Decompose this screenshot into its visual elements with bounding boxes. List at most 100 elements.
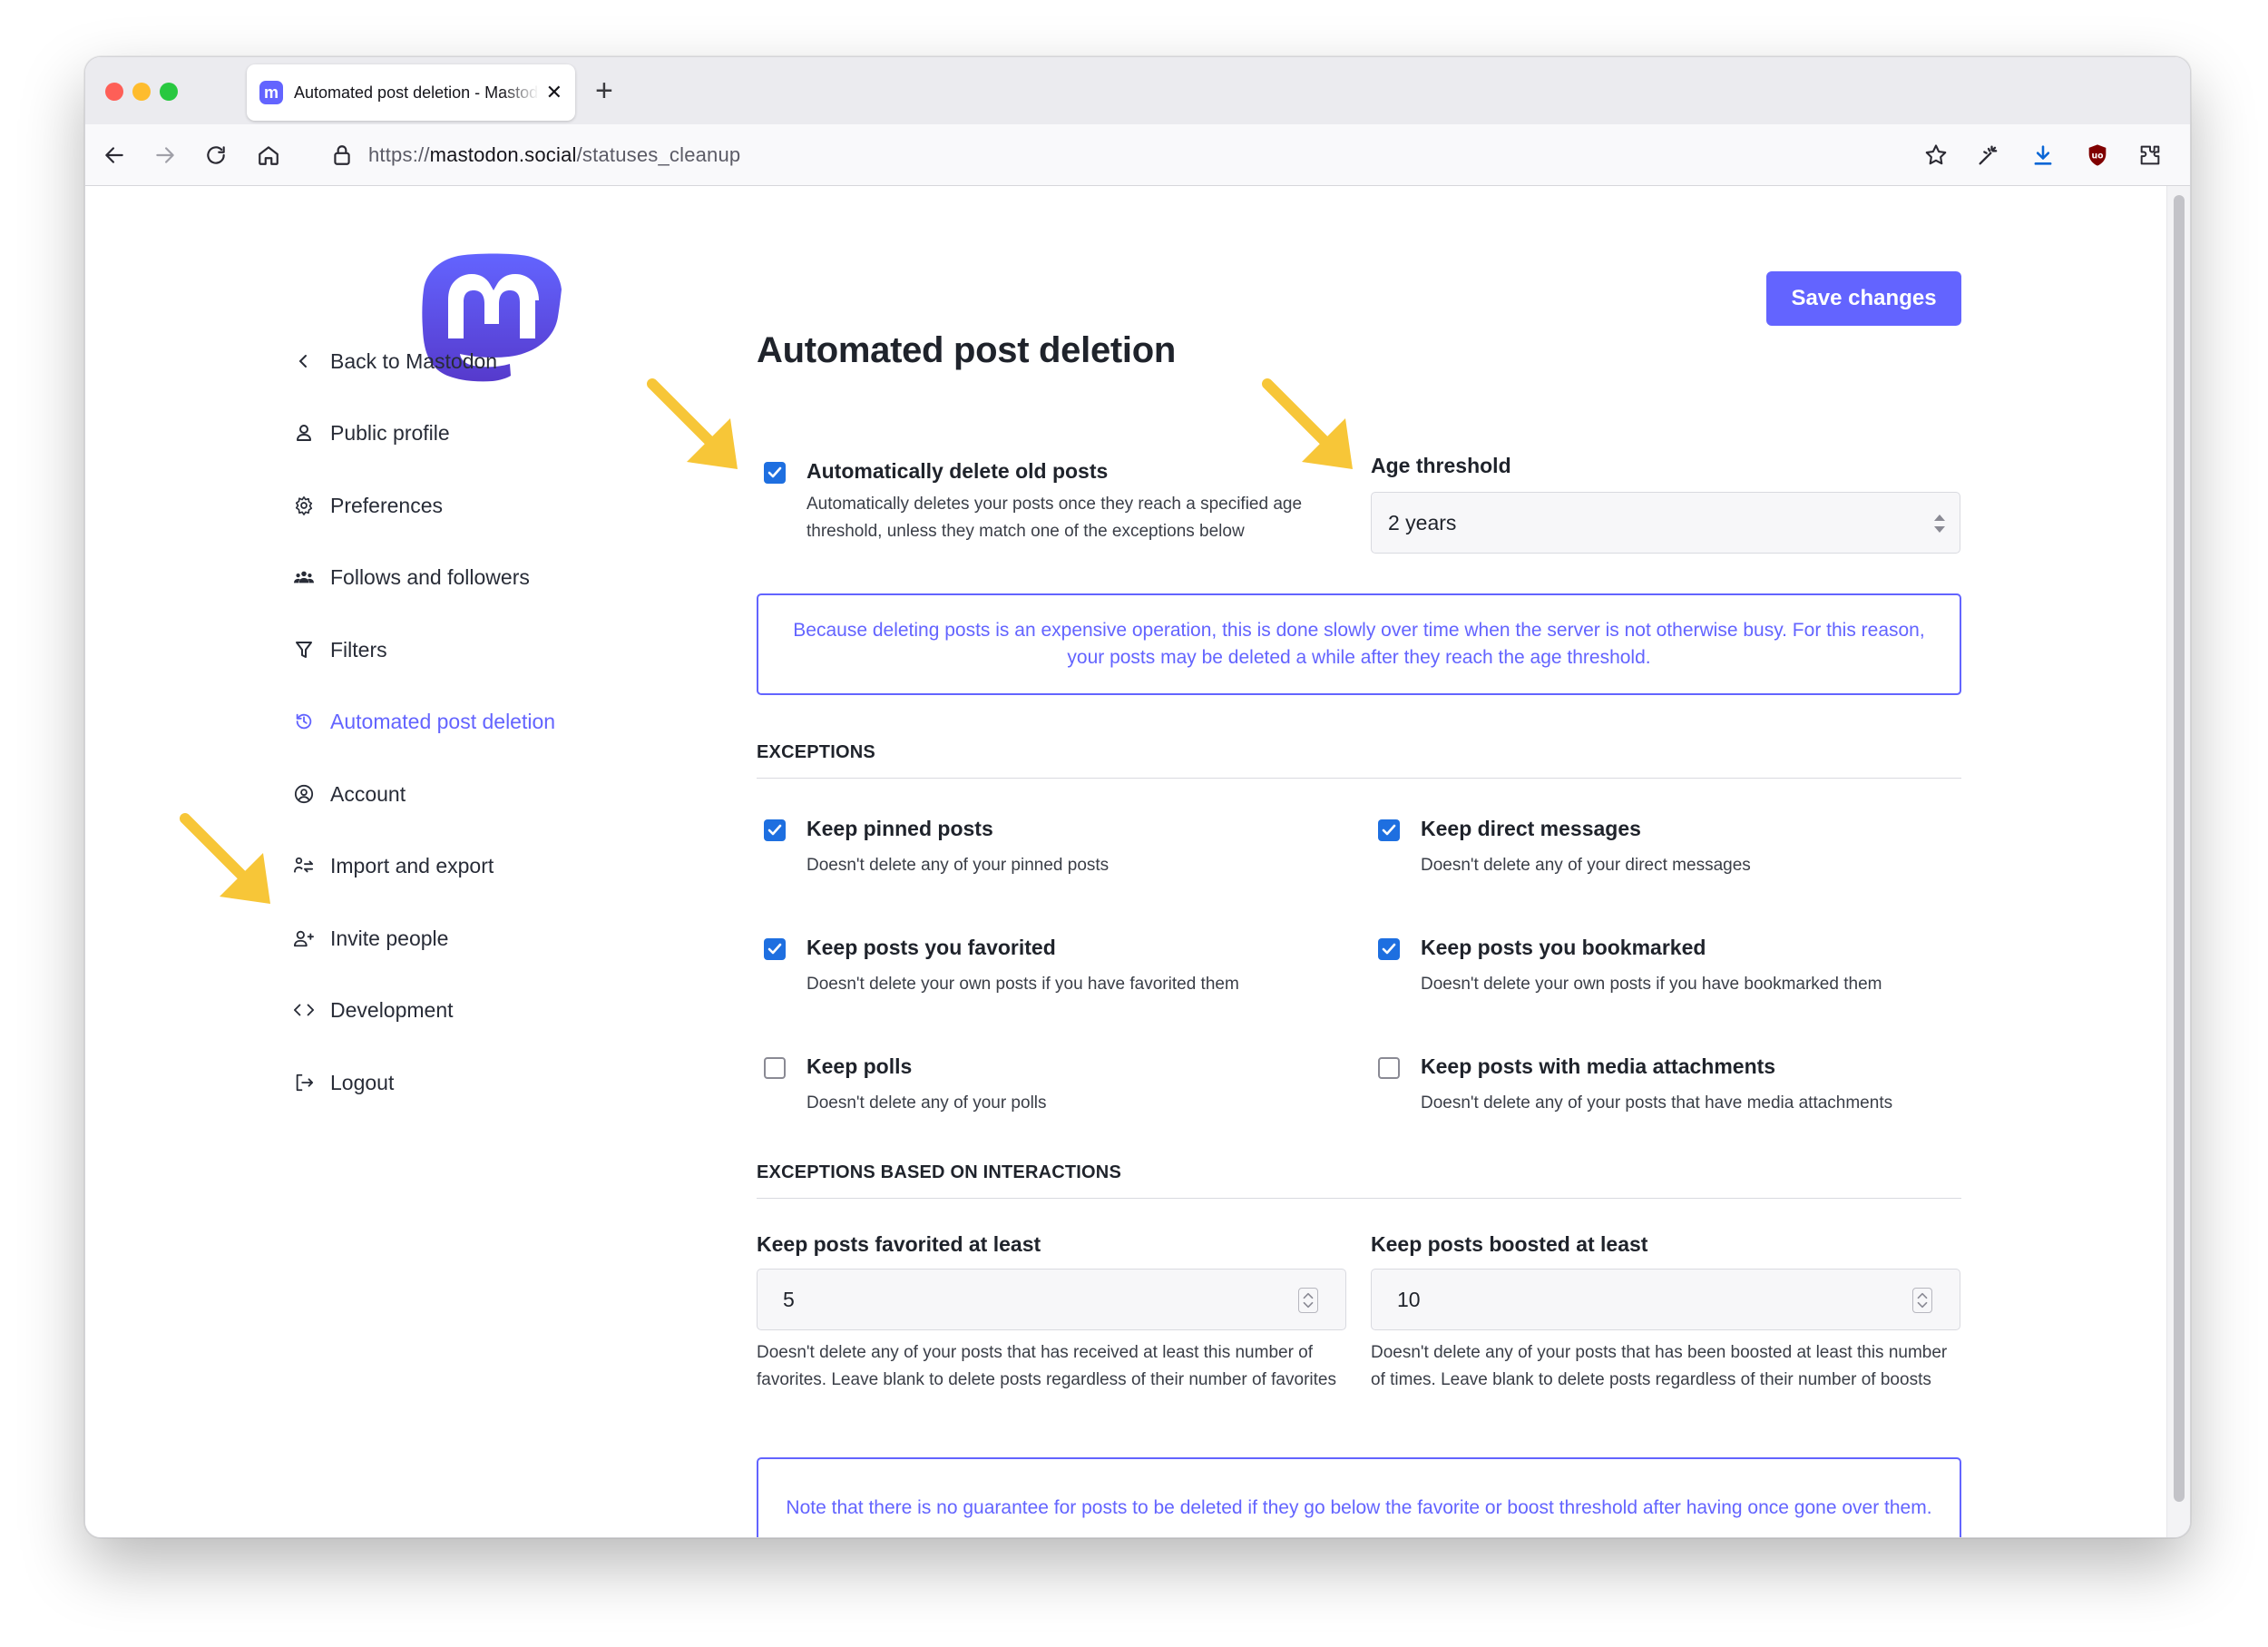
browser-tab[interactable]: m Automated post deletion - Mastodon ✕	[247, 64, 575, 121]
keep-media-checkbox[interactable]	[1378, 1057, 1400, 1079]
save-changes-button[interactable]: Save changes	[1766, 271, 1961, 326]
downloads-icon[interactable]	[2025, 137, 2061, 173]
exception-hint: Doesn't delete any of your posts that ha…	[1421, 1093, 1893, 1113]
annotation-arrow-icon	[647, 378, 738, 469]
sidebar-item-public-profile[interactable]: Public profile	[294, 413, 450, 453]
tab-close-icon[interactable]: ✕	[546, 81, 562, 104]
sidebar-item-label: Public profile	[330, 420, 450, 445]
bookmark-star-icon[interactable]	[1918, 137, 1954, 173]
sidebar-item-label: Preferences	[330, 493, 444, 517]
keep-direct-checkbox[interactable]	[1378, 819, 1400, 841]
home-icon[interactable]	[250, 137, 287, 173]
url-scheme: https://	[368, 143, 430, 166]
age-threshold-label: Age threshold	[1371, 454, 1511, 477]
sidebar-item-label: Import and export	[330, 853, 494, 877]
lock-icon	[334, 145, 350, 165]
annotation-arrow-icon	[180, 813, 270, 904]
exception-keep-pinned: Keep pinned posts Doesn't delete any of …	[764, 817, 1363, 879]
sidebar-item-back-to-mastodon[interactable]: Back to Mastodon	[294, 341, 497, 381]
magic-wand-icon[interactable]	[1970, 137, 2007, 173]
sidebar-item-label: Logout	[330, 1070, 395, 1094]
exception-keep-media: Keep posts with media attachments Doesn'…	[1378, 1054, 1977, 1117]
scrollbar-thumb[interactable]	[2174, 195, 2185, 1502]
sidebar-item-account[interactable]: Account	[294, 774, 406, 814]
page-title: Automated post deletion	[757, 330, 1176, 370]
sidebar-item-automated-post-deletion[interactable]: Automated post deletion	[294, 701, 555, 741]
number-stepper-icon[interactable]	[1298, 1288, 1318, 1313]
extensions-icon[interactable]	[2132, 137, 2168, 173]
exception-keep-polls: Keep polls Doesn't delete any of your po…	[764, 1054, 1363, 1117]
sidebar-item-import-and-export[interactable]: Import and export	[294, 846, 494, 886]
exception-keep-direct: Keep direct messages Doesn't delete any …	[1378, 817, 1977, 879]
exception-hint: Doesn't delete your own posts if you hav…	[1421, 975, 1882, 994]
people-icon	[294, 567, 314, 587]
sidebar-item-filters[interactable]: Filters	[294, 630, 387, 670]
exception-label: Keep direct messages	[1421, 817, 1641, 840]
filter-icon	[294, 640, 314, 660]
history-icon	[294, 711, 314, 731]
mastodon-favicon-icon: m	[259, 81, 283, 104]
window-maximize-button[interactable]	[160, 83, 178, 101]
exception-label: Keep posts you favorited	[807, 936, 1056, 959]
min-reblogs-input[interactable]: 10	[1371, 1269, 1960, 1330]
min-favs-input[interactable]: 5	[757, 1269, 1346, 1330]
gear-icon	[294, 495, 314, 515]
keep-self-bookmark-checkbox[interactable]	[1378, 938, 1400, 960]
sidebar-item-label: Filters	[330, 637, 387, 662]
url-text[interactable]: https://mastodon.social/statuses_cleanup	[368, 143, 740, 167]
auto-delete-checkbox[interactable]	[764, 462, 786, 484]
age-threshold-select[interactable]: 2 years	[1371, 492, 1960, 554]
svg-text:uo: uo	[2091, 152, 2103, 162]
account-circle-icon	[294, 784, 314, 804]
number-stepper-icon[interactable]	[1912, 1288, 1932, 1313]
exception-hint: Doesn't delete any of your polls	[807, 1093, 1047, 1113]
age-threshold-value: 2 years	[1388, 510, 1457, 534]
keep-self-fav-checkbox[interactable]	[764, 938, 786, 960]
window-close-button[interactable]	[105, 83, 123, 101]
exception-keep-self-fav: Keep posts you favorited Doesn't delete …	[764, 936, 1363, 998]
exception-keep-self-bookmark: Keep posts you bookmarked Doesn't delete…	[1378, 936, 1977, 998]
reload-icon[interactable]	[198, 137, 234, 173]
auto-delete-label: Automatically delete old posts	[807, 459, 1109, 483]
exception-hint: Doesn't delete any of your pinned posts	[807, 856, 1110, 875]
title-bar: m Automated post deletion - Mastodon ✕ +	[85, 57, 2190, 124]
select-arrows-icon	[1934, 515, 1945, 533]
exception-label: Keep pinned posts	[807, 817, 993, 840]
browser-window: m Automated post deletion - Mastodon ✕ +…	[84, 56, 2191, 1538]
exception-hint: Doesn't delete your own posts if you hav…	[807, 975, 1239, 994]
min-favs-hint: Doesn't delete any of your posts that ha…	[757, 1343, 1336, 1389]
sidebar-item-label: Back to Mastodon	[330, 348, 498, 373]
forward-icon[interactable]	[147, 137, 183, 173]
exception-label: Keep posts with media attachments	[1421, 1054, 1776, 1078]
code-icon	[294, 1000, 314, 1020]
slow-deletion-notice: Because deleting posts is an expensive o…	[757, 593, 1961, 695]
guarantee-notice: Note that there is no guarantee for post…	[757, 1457, 1961, 1537]
sidebar-item-label: Follows and followers	[330, 564, 530, 589]
sidebar-item-label: Automated post deletion	[330, 709, 556, 733]
url-host: mastodon.social	[429, 143, 577, 166]
tab-title: Automated post deletion - Mastodon	[294, 83, 539, 102]
exception-label: Keep posts you bookmarked	[1421, 936, 1706, 959]
sidebar-item-label: Invite people	[330, 926, 449, 950]
exception-hint: Doesn't delete any of your direct messag…	[1421, 856, 1751, 875]
back-icon[interactable]	[96, 137, 132, 173]
mastodon-logo-icon	[422, 253, 562, 382]
sidebar-item-development[interactable]: Development	[294, 990, 454, 1030]
min-reblogs-value: 10	[1397, 1287, 1421, 1311]
sidebar-item-invite-people[interactable]: Invite people	[294, 918, 448, 958]
min-favs-label: Keep posts favorited at least	[757, 1232, 1041, 1256]
menu-icon[interactable]	[2185, 137, 2190, 173]
min-reblogs-label: Keep posts boosted at least	[1371, 1232, 1648, 1256]
auto-delete-hint: Automatically deletes your posts once th…	[807, 495, 1303, 541]
keep-pinned-checkbox[interactable]	[764, 819, 786, 841]
sidebar-item-follows-and-followers[interactable]: Follows and followers	[294, 557, 530, 597]
window-minimize-button[interactable]	[132, 83, 151, 101]
sidebar-item-logout[interactable]: Logout	[294, 1063, 394, 1103]
new-tab-button[interactable]: +	[595, 74, 613, 109]
import-export-icon	[294, 856, 314, 876]
sidebar-item-preferences[interactable]: Preferences	[294, 485, 443, 525]
url-bar[interactable]: https://mastodon.social/statuses_cleanup	[318, 132, 1896, 179]
keep-polls-checkbox[interactable]	[764, 1057, 786, 1079]
ublock-shield-icon[interactable]: uo	[2079, 137, 2116, 173]
user-icon	[294, 423, 314, 443]
